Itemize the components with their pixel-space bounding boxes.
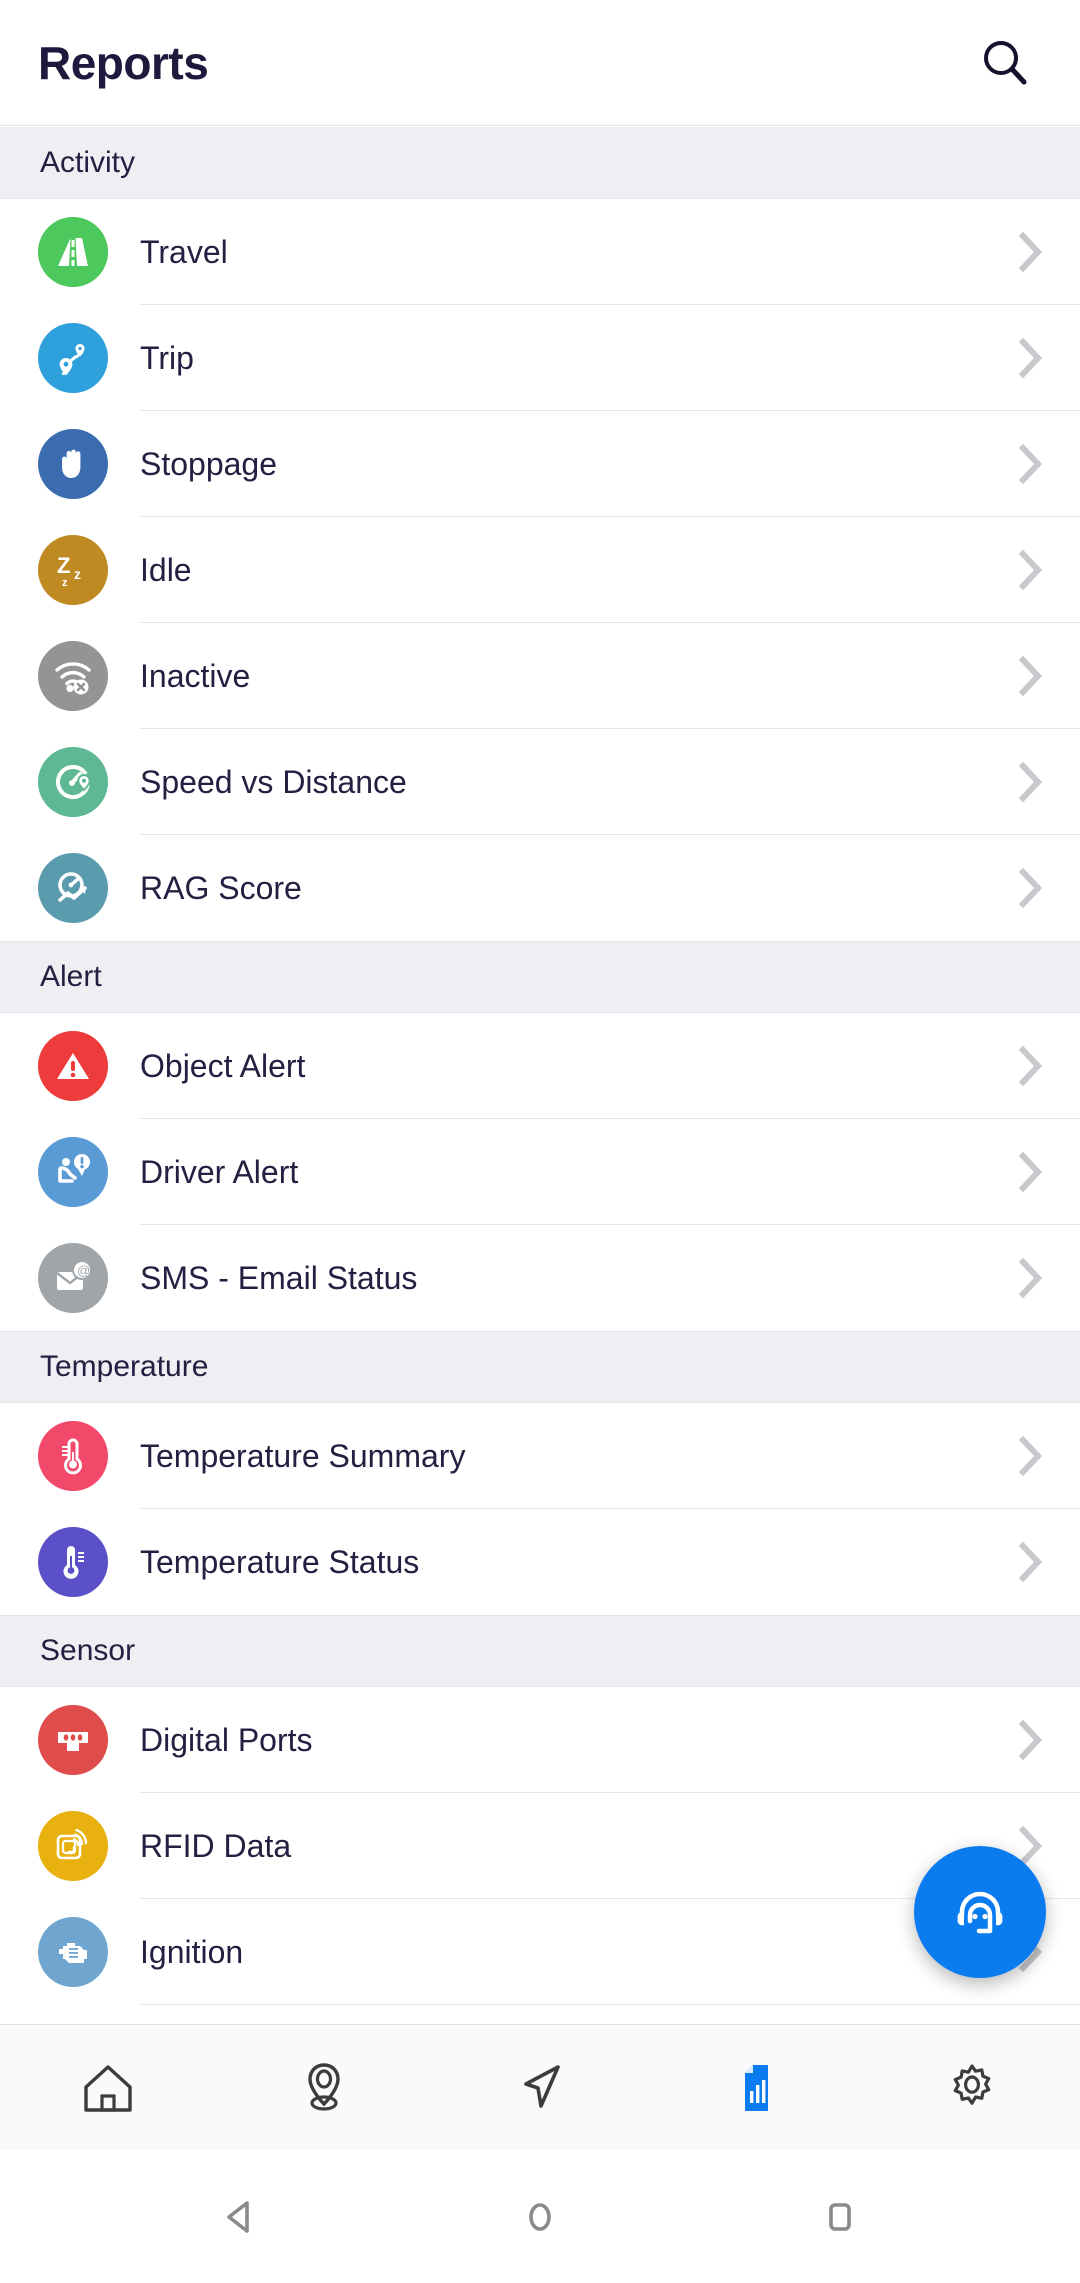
back-triangle-icon bbox=[227, 2200, 249, 2233]
home-icon bbox=[84, 2064, 132, 2112]
chevron-right-icon bbox=[1018, 1151, 1043, 1193]
gauge-chart-icon bbox=[38, 853, 108, 923]
tab-settings[interactable] bbox=[902, 2025, 1042, 2151]
road-icon bbox=[38, 217, 108, 287]
list-item-label: Temperature Summary bbox=[140, 1437, 466, 1474]
reports-screen: Reports Activity Travel Trip Stoppage Z … bbox=[0, 0, 1080, 2283]
chevron-right-icon bbox=[1018, 337, 1043, 379]
chevron-right-icon bbox=[1018, 655, 1043, 697]
list-item-label: Temperature Status bbox=[140, 1543, 420, 1580]
list-item-label: Object Alert bbox=[140, 1047, 306, 1084]
search-button[interactable] bbox=[970, 28, 1040, 98]
section-title: Temperature bbox=[40, 1350, 209, 1383]
tab-track[interactable] bbox=[470, 2025, 610, 2151]
bottom-tab-bar bbox=[0, 2024, 1080, 2150]
list-item-label: RAG Score bbox=[140, 869, 302, 906]
list-item-stoppage[interactable]: Stoppage bbox=[0, 411, 1080, 517]
svg-text:z: z bbox=[62, 577, 68, 589]
list-item-label: Travel bbox=[140, 233, 228, 270]
home-circle-icon bbox=[529, 2202, 551, 2231]
section-header-activity: Activity bbox=[0, 127, 1080, 199]
report-icon bbox=[745, 2064, 768, 2111]
recents-square-icon bbox=[829, 2202, 851, 2231]
chevron-right-icon bbox=[1018, 549, 1043, 591]
list-item-label: Speed vs Distance bbox=[140, 763, 407, 800]
chevron-right-icon bbox=[1018, 443, 1043, 485]
map-pin-icon bbox=[308, 2062, 340, 2111]
section-title: Sensor bbox=[40, 1634, 136, 1667]
list-item-label: Stoppage bbox=[140, 445, 278, 482]
port-connector-icon bbox=[38, 1705, 108, 1775]
chevron-right-icon bbox=[1018, 231, 1043, 273]
list-item-temperature-summary[interactable]: Temperature Summary bbox=[0, 1403, 1080, 1509]
support-headset-icon bbox=[957, 1891, 1003, 1934]
tab-reports[interactable] bbox=[686, 2025, 826, 2151]
tab-home[interactable] bbox=[38, 2025, 178, 2151]
list-item-driver-alert[interactable]: Driver Alert bbox=[0, 1119, 1080, 1225]
engine-icon bbox=[38, 1917, 108, 1987]
chevron-right-icon bbox=[1018, 1257, 1043, 1299]
reports-list[interactable]: Activity Travel Trip Stoppage Z z z Idle… bbox=[0, 127, 1080, 2024]
chevron-right-icon bbox=[1018, 867, 1043, 909]
tab-location[interactable] bbox=[254, 2025, 394, 2151]
hand-stop-icon bbox=[38, 429, 108, 499]
rfid-icon bbox=[38, 1811, 108, 1881]
list-item-label: RFID Data bbox=[140, 1827, 292, 1864]
list-item-rag-score[interactable]: RAG Score bbox=[0, 835, 1080, 941]
chevron-right-icon bbox=[1018, 1541, 1043, 1583]
list-item-label: Inactive bbox=[140, 657, 251, 694]
system-back-button[interactable] bbox=[195, 2172, 285, 2262]
list-item-sms-email-status[interactable]: @ SMS - Email Status bbox=[0, 1225, 1080, 1331]
row-divider bbox=[140, 2004, 1080, 2005]
warning-triangle-icon bbox=[38, 1031, 108, 1101]
support-chat-fab[interactable] bbox=[914, 1846, 1046, 1978]
list-item-idle[interactable]: Z z z Idle bbox=[0, 517, 1080, 623]
search-icon bbox=[984, 40, 1027, 84]
android-system-nav bbox=[0, 2150, 1080, 2283]
section-header-sensor: Sensor bbox=[0, 1615, 1080, 1687]
svg-text:Z: Z bbox=[57, 553, 70, 578]
navigation-icon bbox=[524, 2064, 560, 2108]
svg-text:z: z bbox=[74, 566, 81, 582]
chevron-right-icon bbox=[1018, 761, 1043, 803]
page-title: Reports bbox=[38, 36, 209, 89]
list-item-object-alert[interactable]: Object Alert bbox=[0, 1013, 1080, 1119]
list-item-label: Trip bbox=[140, 339, 194, 376]
list-item-label: Idle bbox=[140, 551, 192, 588]
thermometer-icon bbox=[38, 1421, 108, 1491]
list-item-label: Driver Alert bbox=[140, 1153, 299, 1190]
section-title: Activity bbox=[40, 145, 136, 179]
list-item-inactive[interactable]: Inactive bbox=[0, 623, 1080, 729]
gear-icon bbox=[953, 2063, 991, 2105]
driver-alert-icon bbox=[38, 1137, 108, 1207]
app-header: Reports bbox=[0, 0, 1080, 126]
svg-text:@: @ bbox=[77, 1263, 90, 1278]
mail-at-icon: @ bbox=[38, 1243, 108, 1313]
wifi-off-icon bbox=[38, 641, 108, 711]
system-home-button[interactable] bbox=[495, 2172, 585, 2262]
system-recents-button[interactable] bbox=[795, 2172, 885, 2262]
list-item-temperature-status[interactable]: Temperature Status bbox=[0, 1509, 1080, 1615]
list-item-speed-vs-distance[interactable]: Speed vs Distance bbox=[0, 729, 1080, 835]
section-header-alert: Alert bbox=[0, 941, 1080, 1013]
list-item-label: Digital Ports bbox=[140, 1721, 313, 1758]
chevron-right-icon bbox=[1018, 1435, 1043, 1477]
list-item-rfid-data[interactable]: RFID Data bbox=[0, 1793, 1080, 1899]
list-item-label: SMS - Email Status bbox=[140, 1259, 418, 1296]
section-title: Alert bbox=[40, 960, 102, 993]
chevron-right-icon bbox=[1018, 1045, 1043, 1087]
list-item-digital-ports[interactable]: Digital Ports bbox=[0, 1687, 1080, 1793]
sleep-zzz-icon: Z z z bbox=[38, 535, 108, 605]
list-item-label: Ignition bbox=[140, 1933, 244, 1970]
section-header-temperature: Temperature bbox=[0, 1331, 1080, 1403]
route-pin-icon bbox=[38, 323, 108, 393]
thermometer-alt-icon bbox=[38, 1527, 108, 1597]
speed-pin-icon bbox=[38, 747, 108, 817]
list-item-trip[interactable]: Trip bbox=[0, 305, 1080, 411]
chevron-right-icon bbox=[1018, 1719, 1043, 1761]
list-item-travel[interactable]: Travel bbox=[0, 199, 1080, 305]
